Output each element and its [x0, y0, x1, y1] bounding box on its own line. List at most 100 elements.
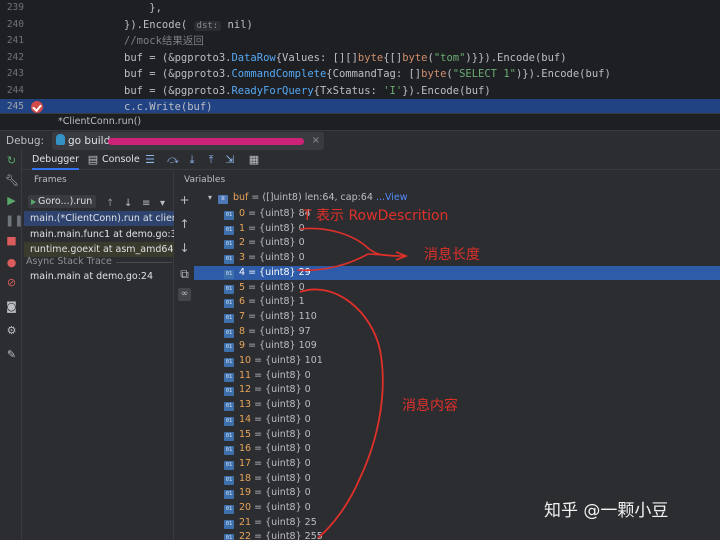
- arrow-up-icon[interactable]: ↑: [178, 218, 191, 231]
- breakpoint-icon[interactable]: [31, 101, 43, 113]
- variable-row[interactable]: 01 17 = {uint8} 0: [194, 457, 720, 472]
- code-editor[interactable]: 239 }, 240}).Encode( dst: nil) 241//mock结果…: [0, 0, 720, 130]
- view-breakpoints-icon[interactable]: ●: [5, 256, 18, 269]
- code-token: },: [124, 2, 162, 14]
- variable-index: 22: [239, 531, 252, 540]
- run-config-tab[interactable]: go build ×: [52, 132, 324, 150]
- variable-row[interactable]: 01 22 = {uint8} 255: [194, 530, 720, 540]
- close-icon[interactable]: ×: [312, 132, 320, 150]
- step-over-icon[interactable]: ⤼: [167, 154, 179, 166]
- step-out-icon[interactable]: ⤒: [205, 154, 217, 166]
- settings-gear-icon[interactable]: ⚙: [5, 324, 18, 337]
- variable-root-buf[interactable]: ▾ ≣ buf = ([]uint8) len:64, cap:64 ...View: [208, 191, 720, 206]
- pin-icon[interactable]: ✎: [5, 348, 18, 361]
- code-line[interactable]: 243 buf = (&pgproto3.CommandComplete{Comm…: [0, 66, 720, 83]
- variable-row[interactable]: 01 0 = {uint8} 84: [194, 207, 720, 222]
- variable-row[interactable]: 01 9 = {uint8} 109: [194, 339, 720, 354]
- tab-console[interactable]: Console: [102, 150, 140, 170]
- uint8-field-icon: 01: [224, 299, 234, 309]
- view-link[interactable]: ...View: [373, 192, 408, 203]
- step-into-icon[interactable]: ⤓: [186, 154, 198, 166]
- code-line[interactable]: 241 //mock结果返回: [0, 33, 720, 50]
- variable-type: {uint8}: [259, 222, 296, 234]
- equals-sign: =: [251, 399, 266, 411]
- line-number[interactable]: 239: [0, 0, 24, 17]
- code-line[interactable]: 244 buf = (&pgproto3.ReadyForQuery{TxStat…: [0, 83, 720, 100]
- arrow-down-icon[interactable]: ↓: [178, 242, 191, 255]
- debugger-toolbar: Debugger ▤ Console ☰ ⤼ ⤓ ⤒ ⇲ ▦: [22, 150, 720, 170]
- variable-row[interactable]: 01 18 = {uint8} 0: [194, 472, 720, 487]
- uint8-field-icon: 01: [224, 387, 234, 397]
- variable-type: {uint8}: [265, 428, 302, 440]
- variable-value: 109: [298, 340, 317, 352]
- code-line[interactable]: 242 buf = (&pgproto3.DataRow{Values: [][]…: [0, 50, 720, 67]
- copy-icon[interactable]: ⧉: [178, 268, 191, 281]
- thread-selector[interactable]: Goro...).run ↑ ↓ ≡ ▾: [26, 192, 170, 210]
- code-line[interactable]: 240}).Encode( dst: nil): [0, 17, 720, 34]
- variable-row[interactable]: 01 4 = {uint8} 29: [194, 265, 720, 281]
- breadcrumb[interactable]: *ClientConn.run(): [0, 113, 720, 130]
- line-number[interactable]: 240: [0, 17, 24, 34]
- line-number[interactable]: 243: [0, 66, 24, 83]
- variable-row[interactable]: 01 5 = {uint8} 0: [194, 281, 720, 296]
- code-token: byte: [421, 68, 447, 80]
- camera-icon[interactable]: ◙: [5, 300, 18, 313]
- variable-type: {uint8}: [259, 310, 296, 322]
- code-token: )}).Encode(buf): [515, 68, 611, 80]
- add-watch-icon[interactable]: +: [178, 194, 191, 207]
- code-line[interactable]: 239 },: [0, 0, 720, 17]
- menu-lines-icon[interactable]: ☰: [144, 154, 156, 166]
- uint8-field-icon: 01: [224, 284, 234, 294]
- variable-value: 0: [304, 502, 311, 513]
- pause-icon[interactable]: ❚❚: [5, 214, 23, 227]
- variable-row[interactable]: 01 8 = {uint8} 97: [194, 325, 720, 340]
- stack-frame[interactable]: runtime.goexit at asm_amd64.s: [24, 242, 174, 257]
- variable-value: 0: [304, 443, 311, 455]
- breadcrumb-function[interactable]: *ClientConn.run(): [58, 116, 141, 127]
- collapse-chevron-icon[interactable]: ▾: [208, 191, 218, 206]
- line-number[interactable]: 242: [0, 50, 24, 67]
- variable-row[interactable]: 01 16 = {uint8} 0: [194, 442, 720, 457]
- variable-type: {uint8}: [259, 237, 296, 249]
- stop-icon[interactable]: ■: [5, 234, 18, 247]
- mute-breakpoints-icon[interactable]: ⊘: [5, 276, 18, 289]
- uint8-field-icon: 01: [224, 431, 234, 441]
- glasses-icon[interactable]: ∞: [178, 288, 191, 301]
- rerun-icon[interactable]: ↻: [5, 154, 18, 167]
- variable-value: 0: [304, 384, 311, 396]
- stack-frame[interactable]: main.main.func1 at demo.go:30: [24, 227, 174, 242]
- line-number[interactable]: 241: [0, 33, 24, 50]
- variable-type: {uint8}: [265, 384, 302, 396]
- variable-row[interactable]: 01 7 = {uint8} 110: [194, 310, 720, 325]
- variable-type: {uint8}: [265, 472, 302, 484]
- variables-panel: Variables ▾ ≣ buf = ([]uint8) len:64, cap:…: [176, 171, 720, 540]
- equals-sign: =: [251, 428, 266, 440]
- wrench-icon[interactable]: 🔧︎: [5, 174, 19, 187]
- variable-type: {uint8}: [265, 516, 302, 528]
- variable-index: 13: [239, 399, 252, 411]
- line-number[interactable]: 244: [0, 83, 24, 100]
- variable-row[interactable]: 01 11 = {uint8} 0: [194, 369, 720, 384]
- stack-frame[interactable]: main.(*ClientConn).run at client: [24, 211, 174, 226]
- equals-sign: =: [245, 296, 260, 308]
- code-token: ReadyForQuery: [231, 84, 314, 97]
- variable-index: 20: [239, 502, 252, 513]
- code-token: }).Encode(: [124, 18, 194, 31]
- code-token: nil): [221, 18, 253, 31]
- variable-index: 19: [239, 487, 252, 499]
- code-token: {[]: [383, 51, 403, 64]
- tab-debugger[interactable]: Debugger: [32, 150, 80, 170]
- resume-icon[interactable]: ▶: [5, 194, 18, 207]
- go-gopher-icon: [56, 134, 65, 145]
- evaluate-icon[interactable]: ▦: [248, 154, 260, 166]
- annotation-message-length: 消息长度: [424, 247, 480, 263]
- variable-row[interactable]: 01 1 = {uint8} 0: [194, 222, 720, 237]
- variable-row[interactable]: 01 15 = {uint8} 0: [194, 428, 720, 443]
- async-stack-frame[interactable]: main.main at demo.go:24: [24, 269, 174, 284]
- thread-dropdown[interactable]: Goro...).run: [28, 195, 96, 208]
- uint8-field-icon: 01: [224, 255, 234, 265]
- variable-row[interactable]: 01 6 = {uint8} 1: [194, 295, 720, 310]
- variable-value: 0: [304, 413, 311, 425]
- force-step-icon[interactable]: ⇲: [224, 154, 236, 166]
- variable-row[interactable]: 01 10 = {uint8} 101: [194, 354, 720, 369]
